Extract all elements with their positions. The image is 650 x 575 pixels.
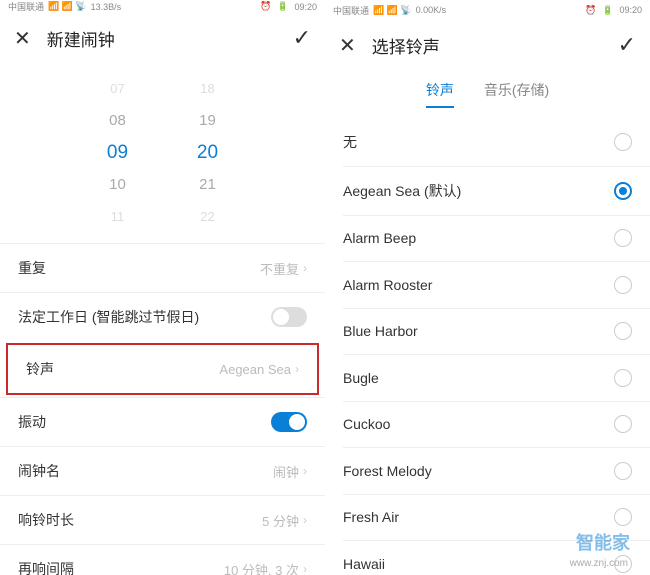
page-title: 新建闹钟: [47, 26, 293, 51]
confirm-icon[interactable]: ✓: [618, 32, 636, 58]
ring-label: Alarm Rooster: [343, 277, 614, 293]
radio[interactable]: [614, 133, 632, 151]
page-title: 选择铃声: [372, 33, 618, 58]
ring-row[interactable]: Aegean Sea (默认): [325, 167, 650, 215]
setting-ring[interactable]: 铃声 Aegean Sea ›: [8, 345, 317, 393]
vibrate-toggle[interactable]: [271, 412, 307, 432]
ring-label: Fresh Air: [343, 509, 614, 525]
close-icon[interactable]: ✕: [339, 33, 356, 58]
ring-label: Forest Melody: [343, 463, 614, 479]
minute-column: 18 19 20 21 22: [163, 73, 253, 223]
ring-label: Cuckoo: [343, 416, 614, 432]
ring-row[interactable]: 无: [325, 118, 650, 166]
clock: 09:20: [294, 2, 317, 12]
ring-row[interactable]: Cuckoo: [325, 401, 650, 447]
ring-list: 无 Aegean Sea (默认) Alarm Beep Alarm Rooster B…: [325, 118, 650, 575]
ring-label: Aegean Sea (默认): [343, 181, 614, 201]
chevron-right-icon: ›: [303, 513, 307, 527]
chevron-right-icon: ›: [295, 362, 299, 376]
carrier: 中国联通: [8, 0, 44, 13]
ring-label: 无: [343, 132, 614, 152]
radio[interactable]: [614, 322, 632, 340]
radio[interactable]: [614, 229, 632, 247]
ringtone-highlight: 铃声 Aegean Sea ›: [6, 343, 319, 395]
setting-repeat[interactable]: 重复 不重复 ›: [0, 243, 325, 292]
carrier: 中国联通: [333, 4, 369, 17]
ring-label: Alarm Beep: [343, 230, 614, 246]
net-speed: 13.3B/s: [91, 2, 122, 12]
close-icon[interactable]: ✕: [14, 26, 31, 51]
chevron-right-icon: ›: [303, 261, 307, 275]
confirm-icon[interactable]: ✓: [293, 25, 311, 51]
radio[interactable]: [614, 369, 632, 387]
setting-duration[interactable]: 响铃时长 5 分钟 ›: [0, 495, 325, 544]
battery-icon: 🔋: [277, 1, 288, 12]
radio[interactable]: [614, 415, 632, 433]
ring-row[interactable]: Alarm Beep: [325, 215, 650, 261]
ring-label: Blue Harbor: [343, 323, 614, 339]
battery-icon: 🔋: [602, 5, 613, 16]
radio[interactable]: [614, 462, 632, 480]
setting-snooze[interactable]: 再响间隔 10 分钟, 3 次 ›: [0, 544, 325, 575]
radio[interactable]: [614, 508, 632, 526]
status-bar: 中国联通📶 📶 📡0.00K/s ⏰🔋09:20: [325, 0, 650, 20]
setting-workday[interactable]: 法定工作日 (智能跳过节假日): [0, 292, 325, 341]
chevron-right-icon: ›: [303, 464, 307, 478]
ring-row[interactable]: Bugle: [325, 355, 650, 401]
alarm-icon: ⏰: [260, 1, 271, 12]
header: ✕ 新建闹钟 ✓: [0, 13, 325, 63]
alarm-icon: ⏰: [585, 5, 596, 16]
ring-label: Bugle: [343, 370, 614, 386]
clock: 09:20: [619, 5, 642, 15]
watermark-url: www.znj.com: [570, 558, 628, 569]
radio[interactable]: [614, 182, 632, 200]
ring-row[interactable]: Alarm Rooster: [325, 262, 650, 308]
watermark-brand: 智能家: [576, 529, 630, 555]
tab-music[interactable]: 音乐(存储): [484, 80, 549, 108]
tab-ring[interactable]: 铃声: [426, 80, 454, 108]
net-speed: 0.00K/s: [416, 5, 447, 15]
hour-column: 07 08 09 10 11: [73, 73, 163, 223]
setting-name[interactable]: 闹钟名 闹钟 ›: [0, 446, 325, 495]
setting-vibrate[interactable]: 振动: [0, 397, 325, 446]
workday-toggle[interactable]: [271, 307, 307, 327]
status-bar: 中国联通📶 📶 📡13.3B/s ⏰🔋09:20: [0, 0, 325, 13]
tabs: 铃声 音乐(存储): [325, 70, 650, 118]
chevron-right-icon: ›: [303, 562, 307, 575]
radio[interactable]: [614, 276, 632, 294]
ring-row[interactable]: Blue Harbor: [325, 308, 650, 354]
header: ✕ 选择铃声 ✓: [325, 20, 650, 70]
ring-row[interactable]: Forest Melody: [325, 448, 650, 494]
time-picker[interactable]: 07 08 09 10 11 18 19 20 21 22: [0, 63, 325, 243]
